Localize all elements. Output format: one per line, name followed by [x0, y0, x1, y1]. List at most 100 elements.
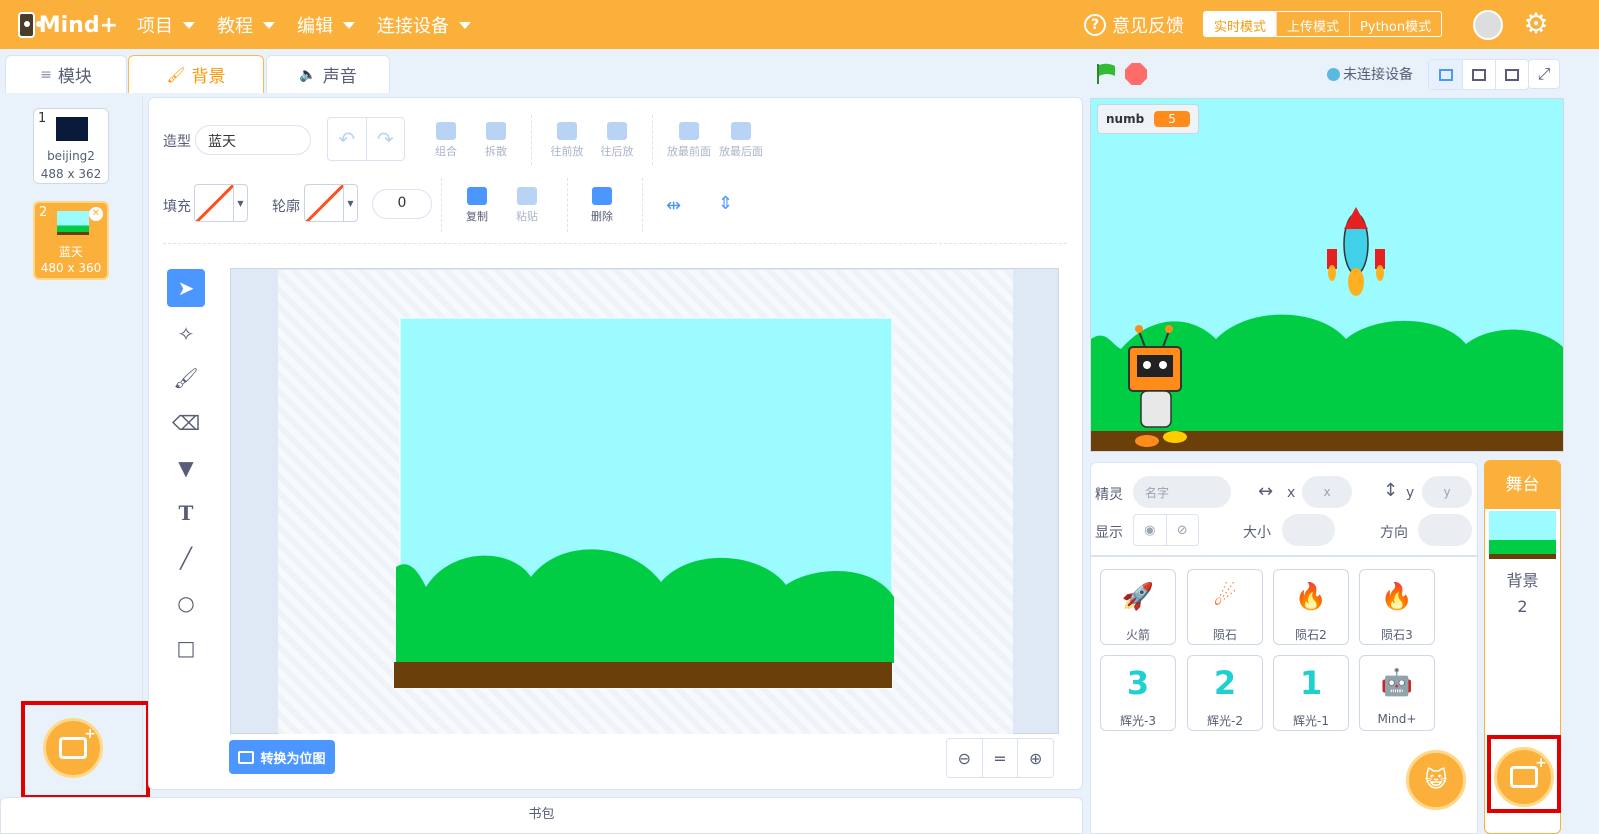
- brush-tool-icon[interactable]: 🖌: [167, 359, 205, 397]
- small-stage-icon[interactable]: [1429, 60, 1462, 89]
- sprite-item[interactable]: 2 辉光-2: [1187, 655, 1263, 731]
- image-add-icon: [1510, 755, 1547, 788]
- backdrop-item[interactable]: 1 beijing2 488 x 362: [33, 108, 109, 184]
- convert-to-bitmap-button[interactable]: 转换为位图: [229, 740, 335, 774]
- fill-color-picker[interactable]: ▼: [194, 184, 248, 222]
- meteor-icon: ☄: [1213, 582, 1237, 612]
- zoom-in-icon[interactable]: ⊕: [1017, 739, 1053, 777]
- backward-button[interactable]: 往后放: [597, 122, 637, 159]
- sprite-item[interactable]: 🔥 陨石2: [1273, 569, 1349, 645]
- paste-label: 粘贴: [516, 210, 538, 223]
- group-button[interactable]: 组合: [426, 122, 466, 159]
- backdrop-artwork[interactable]: [391, 317, 896, 692]
- redo-icon[interactable]: ↷: [365, 118, 405, 160]
- to-back-button[interactable]: 放最后面: [718, 122, 764, 159]
- upload-mode-button[interactable]: 上传模式: [1276, 12, 1349, 36]
- outline-width-input[interactable]: 0: [372, 189, 432, 219]
- backdrop-count-label: 背景: [1506, 571, 1539, 590]
- size-input[interactable]: [1282, 514, 1335, 546]
- reshape-tool-icon[interactable]: ✧: [167, 315, 205, 353]
- eye-hidden-icon[interactable]: ⊘: [1165, 515, 1199, 545]
- menu-edit[interactable]: 编辑: [297, 12, 355, 38]
- sprite-item[interactable]: 3 辉光-3: [1100, 655, 1176, 731]
- green-flag-icon[interactable]: [1095, 62, 1117, 86]
- outline-color-picker[interactable]: ▼: [304, 184, 358, 222]
- to-front-button[interactable]: 放最前面: [666, 122, 712, 159]
- visibility-toggle: ◉ ⊘: [1133, 514, 1199, 546]
- user-avatar[interactable]: [1473, 10, 1503, 40]
- fullscreen-icon[interactable]: ⤢: [1528, 59, 1560, 89]
- fill-tool-icon[interactable]: ▼: [167, 449, 205, 487]
- to-back-label: 放最后面: [719, 145, 763, 158]
- sprite-name: 辉光-3: [1120, 714, 1156, 728]
- tab-sounds[interactable]: 🔈 声音: [266, 55, 390, 93]
- hide-stage-icon[interactable]: [1495, 60, 1528, 89]
- add-stage-backdrop-button[interactable]: [1494, 747, 1554, 807]
- speaker-icon: 🔈: [299, 66, 317, 83]
- zoom-out-icon[interactable]: ⊖: [947, 739, 982, 777]
- line-tool-icon[interactable]: ╱: [167, 539, 205, 577]
- menu-connect-device[interactable]: 连接设备: [377, 12, 471, 38]
- sprite-item[interactable]: 1 辉光-1: [1273, 655, 1349, 731]
- backdrop-item-selected[interactable]: 2 ✕ 蓝天 480 x 360: [33, 201, 109, 280]
- undo-icon[interactable]: ↶: [328, 118, 366, 160]
- stage-size-toggle: [1428, 59, 1529, 90]
- sprite-item[interactable]: 🔥 陨石3: [1359, 569, 1435, 645]
- realtime-mode-button[interactable]: 实时模式: [1204, 12, 1277, 36]
- x-input[interactable]: x: [1302, 476, 1352, 508]
- rocket-sprite[interactable]: [1327, 207, 1385, 296]
- eye-icon[interactable]: ◉: [1134, 515, 1166, 545]
- sprite-item[interactable]: 🤖 Mind+: [1359, 655, 1435, 731]
- stage-canvas[interactable]: [1090, 98, 1564, 452]
- y-input[interactable]: y: [1422, 476, 1472, 508]
- paste-button[interactable]: 粘贴: [507, 187, 547, 224]
- add-backdrop-button[interactable]: [43, 718, 103, 778]
- status-dot-icon: [1327, 67, 1340, 81]
- gear-icon[interactable]: ⚙: [1521, 10, 1551, 40]
- eraser-tool-icon[interactable]: ⌫: [167, 404, 205, 442]
- flip-horizontal-icon[interactable]: ⇹: [666, 195, 681, 216]
- sprite-item[interactable]: 🚀 火箭: [1100, 569, 1176, 645]
- variable-monitor[interactable]: numb 5: [1097, 104, 1199, 134]
- forward-label: 往前放: [550, 145, 584, 158]
- divider: [652, 115, 653, 165]
- backdrop-name: beijing2: [47, 149, 95, 163]
- paint-canvas-area[interactable]: [230, 268, 1059, 734]
- text-tool-icon[interactable]: T: [167, 494, 205, 532]
- costume-name-input[interactable]: 蓝天: [195, 125, 311, 155]
- sprite-name-input[interactable]: 名字: [1133, 476, 1231, 508]
- tab-backdrops[interactable]: 🖌 背景: [128, 55, 264, 93]
- stop-icon[interactable]: [1125, 63, 1147, 85]
- select-tool-icon[interactable]: ➤: [167, 269, 205, 307]
- direction-input[interactable]: [1418, 514, 1472, 546]
- python-mode-button[interactable]: Python模式: [1349, 12, 1441, 36]
- mindplus-logo[interactable]: Mind+: [18, 8, 118, 42]
- forward-button[interactable]: 往前放: [547, 122, 587, 159]
- ungroup-label: 拆散: [485, 145, 507, 158]
- flip-vertical-icon[interactable]: ⇕: [718, 193, 733, 214]
- menu-tutorial[interactable]: 教程: [217, 12, 275, 38]
- ungroup-button[interactable]: 拆散: [476, 122, 516, 159]
- large-stage-icon[interactable]: [1462, 60, 1495, 89]
- feedback-button[interactable]: ? 意见反馈: [1084, 12, 1184, 38]
- divider: [163, 243, 1067, 244]
- group-label: 组合: [435, 145, 457, 158]
- delete-button[interactable]: 删除: [582, 187, 622, 224]
- zoom-reset-button[interactable]: =: [981, 739, 1018, 777]
- image-add-icon: [59, 726, 96, 759]
- backpack-bar[interactable]: 书包: [0, 797, 1083, 834]
- sprite-name: 火箭: [1125, 628, 1150, 642]
- sprite-item[interactable]: ☄ 陨石: [1187, 569, 1263, 645]
- tab-blocks[interactable]: ≡ 模块: [5, 55, 127, 93]
- rectangle-tool-icon[interactable]: □: [167, 629, 205, 667]
- copy-button[interactable]: 复制: [457, 187, 497, 224]
- outline-label: 轮廓: [272, 199, 300, 215]
- robot-icon: 🤖: [1380, 668, 1414, 698]
- circle-tool-icon[interactable]: ○: [167, 584, 205, 622]
- menu-project[interactable]: 项目: [137, 12, 195, 38]
- stage-thumbnail: [1489, 511, 1556, 559]
- arrow-down-icon: [607, 122, 627, 140]
- ungroup-icon: [486, 122, 506, 140]
- add-sprite-button[interactable]: 😺: [1406, 750, 1466, 810]
- close-icon[interactable]: ✕: [89, 207, 103, 221]
